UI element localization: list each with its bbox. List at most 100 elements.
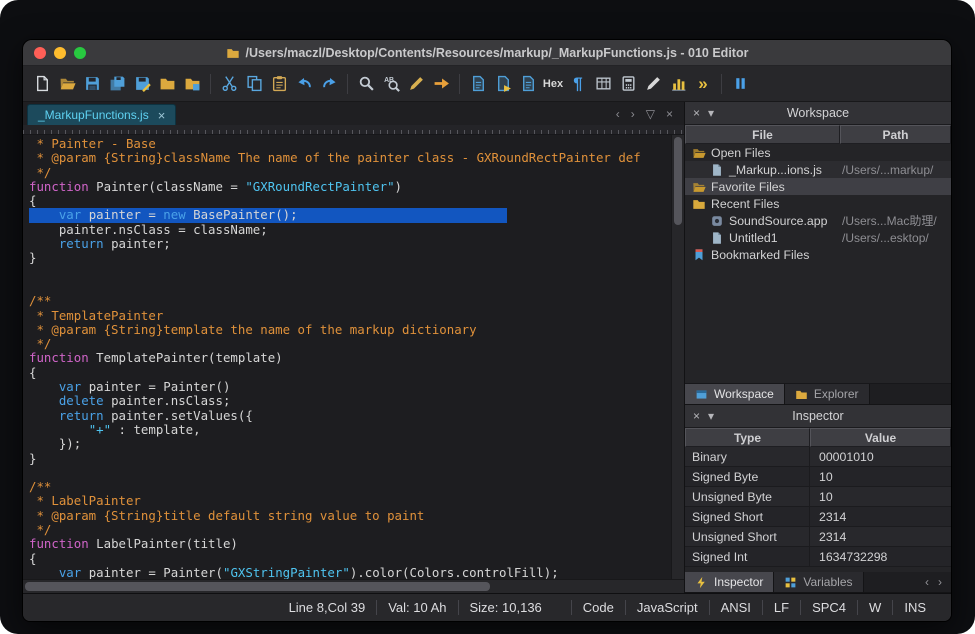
code-line-4[interactable]: function Painter(className = "GXRoundRec…	[29, 180, 671, 194]
close-window-button[interactable]	[34, 47, 46, 59]
new-file-icon[interactable]	[30, 71, 54, 97]
more-tools-icon[interactable]: »	[691, 71, 715, 97]
column-header-file[interactable]: File	[685, 125, 840, 144]
zoom-window-button[interactable]	[74, 47, 86, 59]
code-line-28[interactable]: */	[29, 523, 671, 537]
inspector-scroll-left-icon[interactable]: ‹	[925, 575, 929, 589]
inspector-row[interactable]: Unsigned Byte10	[685, 487, 951, 507]
code-line-31[interactable]: var painter = Painter("GXStringPainter")…	[29, 566, 671, 579]
code-line-24[interactable]	[29, 466, 671, 480]
code-editor[interactable]: * Painter - Base * @param {String}classN…	[23, 135, 671, 579]
code-line-19[interactable]: delete painter.nsClass;	[29, 394, 671, 408]
code-line-11[interactable]	[29, 280, 671, 294]
tab-inspector[interactable]: Inspector	[685, 572, 774, 592]
code-line-8[interactable]: return painter;	[29, 237, 671, 251]
show-whitespace-icon[interactable]: ¶	[566, 71, 590, 97]
workspace-row[interactable]: Open Files	[685, 144, 951, 161]
workspace-row[interactable]: _Markup...ions.js/Users/...markup/	[685, 161, 951, 178]
code-line-13[interactable]: * TemplatePainter	[29, 309, 671, 323]
vertical-scroll-thumb[interactable]	[674, 137, 682, 225]
editor-horizontal-scrollbar[interactable]	[23, 579, 684, 593]
open-file-icon[interactable]	[55, 71, 79, 97]
code-line-10[interactable]	[29, 266, 671, 280]
column-header-value[interactable]: Value	[810, 428, 951, 447]
code-line-27[interactable]: * @param {String}title default string va…	[29, 509, 671, 523]
find-replace-icon[interactable]: AB	[379, 71, 403, 97]
undo-icon[interactable]	[292, 71, 316, 97]
inspector-value[interactable]: 1634732298	[810, 547, 951, 566]
workspace-row[interactable]: Untitled1/Users/...esktop/	[685, 229, 951, 246]
inspector-row[interactable]: Signed Byte10	[685, 467, 951, 487]
goto-icon[interactable]	[429, 71, 453, 97]
tab-explorer[interactable]: Explorer	[785, 384, 870, 404]
code-line-23[interactable]: }	[29, 452, 671, 466]
find-icon[interactable]	[354, 71, 378, 97]
inspector-value[interactable]: 2314	[810, 527, 951, 546]
editor-close-icon[interactable]: ×	[666, 107, 673, 121]
code-line-5[interactable]: {	[29, 194, 671, 208]
inspector-row[interactable]: Binary00001010	[685, 447, 951, 467]
inspector-value[interactable]: 10	[810, 467, 951, 486]
inspector-scroll-right-icon[interactable]: ›	[938, 575, 942, 589]
code-line-9[interactable]: }	[29, 251, 671, 265]
code-line-25[interactable]: /**	[29, 480, 671, 494]
code-line-14[interactable]: * @param {String}template the name of th…	[29, 323, 671, 337]
hex-view-icon[interactable]: Hex	[541, 71, 565, 97]
code-line-21[interactable]: "+" : template,	[29, 423, 671, 437]
code-line-18[interactable]: var painter = Painter()	[29, 380, 671, 394]
run-template-icon[interactable]	[491, 71, 515, 97]
tab-markupfunctions[interactable]: _MarkupFunctions.js ×	[27, 104, 176, 125]
minimize-window-button[interactable]	[54, 47, 66, 59]
code-line-30[interactable]: {	[29, 552, 671, 566]
inspector-row[interactable]: Signed Short2314	[685, 507, 951, 527]
table-view-icon[interactable]	[591, 71, 615, 97]
code-line-22[interactable]: });	[29, 437, 671, 451]
inspector-menu-icon[interactable]: ▾	[708, 409, 714, 423]
inspector-row[interactable]: Signed Int1634732298	[685, 547, 951, 567]
open-folder-icon[interactable]	[155, 71, 179, 97]
code-line-16[interactable]: function TemplatePainter(template)	[29, 351, 671, 365]
replace-all-icon[interactable]	[404, 71, 428, 97]
inspector-value[interactable]: 2314	[810, 507, 951, 526]
cut-icon[interactable]	[217, 71, 241, 97]
code-line-2[interactable]: * @param {String}className The name of t…	[29, 151, 671, 165]
copy-icon[interactable]	[242, 71, 266, 97]
inspector-value[interactable]: 00001010	[810, 447, 951, 466]
save-as-icon[interactable]	[130, 71, 154, 97]
pause-icon[interactable]	[728, 71, 752, 97]
workspace-row[interactable]: Bookmarked Files	[685, 246, 951, 263]
code-line-15[interactable]: */	[29, 337, 671, 351]
code-line-17[interactable]: {	[29, 366, 671, 380]
tab-variables[interactable]: Variables	[774, 572, 863, 592]
paste-icon[interactable]	[267, 71, 291, 97]
workspace-menu-icon[interactable]: ▾	[708, 106, 714, 120]
code-line-29[interactable]: function LabelPainter(title)	[29, 537, 671, 551]
redo-icon[interactable]	[317, 71, 341, 97]
save-all-icon[interactable]	[105, 71, 129, 97]
run-script-icon[interactable]	[516, 71, 540, 97]
code-line-12[interactable]: /**	[29, 294, 671, 308]
save-icon[interactable]	[80, 71, 104, 97]
code-line-1[interactable]: * Painter - Base	[29, 137, 671, 151]
code-line-7[interactable]: painter.nsClass = className;	[29, 223, 671, 237]
horizontal-scroll-thumb[interactable]	[25, 582, 490, 591]
histogram-icon[interactable]	[666, 71, 690, 97]
code-line-20[interactable]: return painter.setValues({	[29, 409, 671, 423]
tools-icon[interactable]	[641, 71, 665, 97]
calculator-icon[interactable]	[616, 71, 640, 97]
workspace-row[interactable]: Favorite Files	[685, 178, 951, 195]
inspector-close-icon[interactable]: ×	[693, 409, 700, 423]
code-line-3[interactable]: */	[29, 166, 671, 180]
tab-list-icon[interactable]: ▽	[646, 107, 655, 121]
column-header-type[interactable]: Type	[685, 428, 810, 447]
save-workspace-icon[interactable]	[180, 71, 204, 97]
templates-icon[interactable]	[466, 71, 490, 97]
workspace-row[interactable]: Recent Files	[685, 195, 951, 212]
editor-vertical-scrollbar[interactable]	[671, 135, 684, 579]
workspace-close-icon[interactable]: ×	[693, 106, 700, 120]
tab-workspace[interactable]: Workspace	[685, 384, 785, 404]
code-line-6[interactable]: var painter = new BasePainter();	[29, 208, 671, 222]
workspace-row[interactable]: SoundSource.app/Users...Mac助理/	[685, 212, 951, 229]
inspector-value[interactable]: 10	[810, 487, 951, 506]
tab-scroll-left-icon[interactable]: ‹	[616, 107, 620, 121]
